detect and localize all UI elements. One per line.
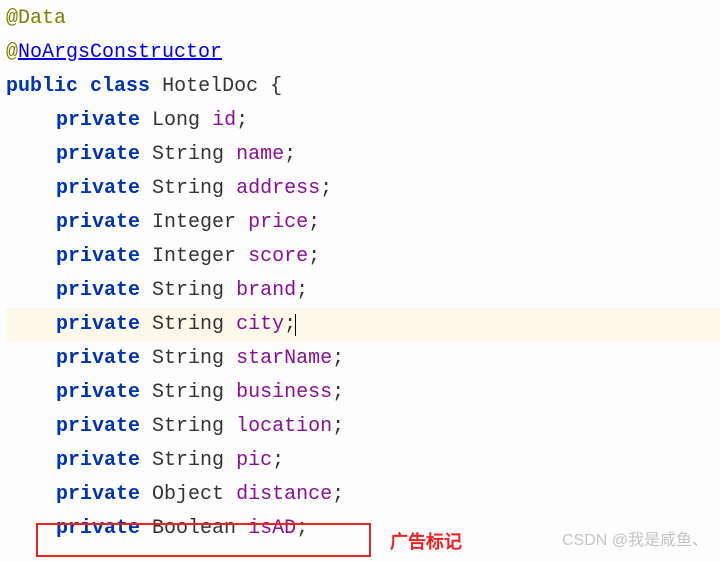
field-declaration: private Boolean isAD; [6, 512, 720, 546]
field-type: Long [152, 104, 200, 138]
kw-public: public [6, 70, 78, 104]
annotation-data: Data [18, 2, 66, 36]
field-name: pic [236, 444, 272, 478]
field-name: price [248, 206, 308, 240]
field-name: brand [236, 274, 296, 308]
field-type: String [152, 342, 224, 376]
kw-private: private [56, 444, 140, 478]
semicolon: ; [236, 104, 248, 138]
field-type: String [152, 172, 224, 206]
field-type: String [152, 376, 224, 410]
field-name: address [236, 172, 320, 206]
field-name: distance [236, 478, 332, 512]
semicolon: ; [332, 478, 344, 512]
kw-private: private [56, 274, 140, 308]
kw-private: private [56, 172, 140, 206]
at-sign: @ [6, 36, 18, 70]
field-declaration: private String brand; [6, 274, 720, 308]
field-declaration: private Object distance; [6, 478, 720, 512]
open-brace: { [270, 70, 282, 104]
class-declaration: public class HotelDoc { [6, 70, 720, 104]
semicolon: ; [284, 138, 296, 172]
field-declaration: private String business; [6, 376, 720, 410]
kw-private: private [56, 104, 140, 138]
semicolon: ; [296, 274, 308, 308]
text-cursor [295, 314, 296, 336]
semicolon: ; [332, 376, 344, 410]
field-declaration: private Integer score; [6, 240, 720, 274]
annotation-noargs: NoArgsConstructor [18, 36, 222, 70]
kw-private: private [56, 410, 140, 444]
annotation-line: @NoArgsConstructor [6, 36, 720, 70]
field-declaration: private String starName; [6, 342, 720, 376]
semicolon: ; [332, 410, 344, 444]
kw-private: private [56, 308, 140, 342]
field-declaration: private String address; [6, 172, 720, 206]
semicolon: ; [296, 512, 308, 546]
field-declaration: private Integer price; [6, 206, 720, 240]
annotation-line: @Data [6, 2, 720, 36]
field-type: Boolean [152, 512, 236, 546]
field-name: isAD [248, 512, 296, 546]
code-editor: @Data@NoArgsConstructorpublic class Hote… [6, 2, 720, 546]
kw-private: private [56, 376, 140, 410]
field-name: starName [236, 342, 332, 376]
field-declaration: private String pic; [6, 444, 720, 478]
field-name: city [236, 308, 284, 342]
semicolon: ; [308, 206, 320, 240]
kw-private: private [56, 342, 140, 376]
kw-private: private [56, 240, 140, 274]
semicolon: ; [272, 444, 284, 478]
field-type: String [152, 444, 224, 478]
field-type: Integer [152, 206, 236, 240]
field-declaration: private String name; [6, 138, 720, 172]
field-declaration: private String city; [6, 308, 720, 342]
field-type: Integer [152, 240, 236, 274]
kw-private: private [56, 138, 140, 172]
field-name: id [212, 104, 236, 138]
field-declaration: private Long id; [6, 104, 720, 138]
field-type: String [152, 138, 224, 172]
semicolon: ; [308, 240, 320, 274]
field-type: String [152, 410, 224, 444]
field-name: location [236, 410, 332, 444]
kw-private: private [56, 478, 140, 512]
kw-class: class [90, 70, 150, 104]
field-name: name [236, 138, 284, 172]
field-declaration: private String location; [6, 410, 720, 444]
kw-private: private [56, 512, 140, 546]
semicolon: ; [332, 342, 344, 376]
semicolon: ; [320, 172, 332, 206]
at-sign: @ [6, 2, 18, 36]
kw-private: private [56, 206, 140, 240]
field-name: business [236, 376, 332, 410]
class-name: HotelDoc [162, 70, 258, 104]
field-type: Object [152, 478, 224, 512]
field-type: String [152, 274, 224, 308]
highlight-label: 广告标记 [390, 527, 462, 558]
field-name: score [248, 240, 308, 274]
field-type: String [152, 308, 224, 342]
